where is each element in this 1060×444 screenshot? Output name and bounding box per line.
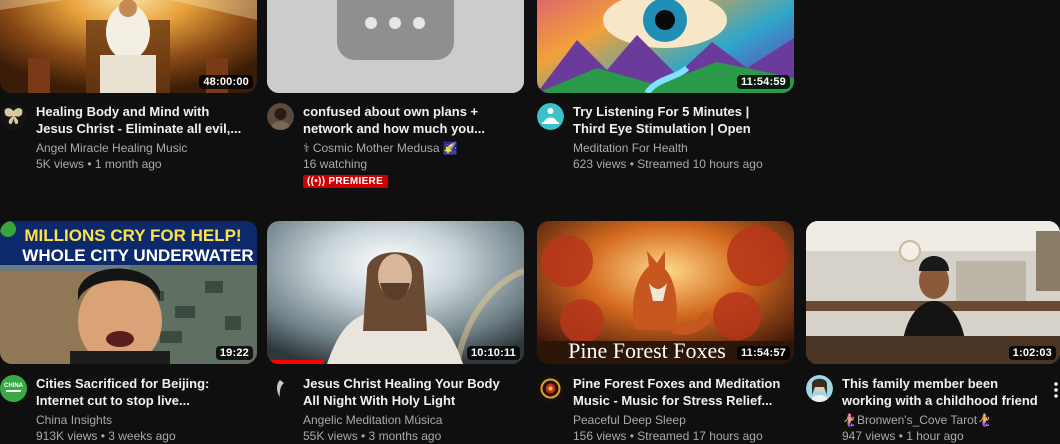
channel-name[interactable]: Meditation For Health [573,140,788,156]
person-avatar [267,103,294,130]
duration-badge: 19:22 [215,346,253,360]
duration-badge: 11:54:59 [736,75,790,89]
video-thumbnail[interactable]: 48:00:00 [0,0,257,93]
channel-name[interactable]: Peaceful Deep Sleep [573,412,788,428]
tarot-avatar [806,375,833,402]
channel-avatar[interactable]: CHINA [0,375,27,402]
duration-badge: 48:00:00 [199,75,253,89]
video-stats: 5K views • 1 month ago [36,157,162,171]
duration-badge: 10:10:11 [466,346,520,360]
angel-avatar [267,375,294,402]
channel-name[interactable]: China Insights [36,412,251,428]
premiere-badge: ((•)) PREMIERE [303,175,389,188]
video-stats: 913K views • 3 weeks ago [36,429,176,443]
video-thumbnail[interactable]: 1:02:03 [806,221,1060,364]
channel-avatar[interactable] [537,375,564,402]
channel-avatar[interactable] [0,103,27,130]
video-stats: 16 watching [303,157,368,171]
mandala-icon [537,375,564,402]
video-thumbnail[interactable]: Pine Forest Foxes 11:54:57 [537,221,794,364]
duration-badge: 11:54:57 [736,346,790,360]
channel-avatar[interactable] [806,375,833,402]
meditation-icon [537,103,564,130]
video-stats: 55K views • 3 months ago [303,429,442,443]
video-thumbnail[interactable] [267,0,524,93]
channel-name[interactable]: Angel Miracle Healing Music [36,140,251,156]
video-title[interactable]: confused about own plans + network and h… [303,103,515,137]
video-title[interactable]: Try Listening For 5 Minutes | Third Eye … [573,103,785,137]
video-thumbnail[interactable]: 10:10:11 [267,221,524,364]
duration-badge: 1:02:03 [1008,346,1056,360]
channel-name[interactable]: ⚕ Cosmic Mother Medusa 🌠 [303,140,518,156]
video-title[interactable]: Cities Sacrificed for Beijing: Internet … [36,375,248,409]
butterfly-icon [0,103,27,130]
thumbnail-subheadline: WHOLE CITY UNDERWATER [22,246,253,265]
more-actions-icon[interactable] [1052,380,1060,400]
video-stats: 623 views • Streamed 10 hours ago [573,157,763,171]
placeholder-more-icon [267,0,524,93]
channel-name[interactable]: Angelic Meditation Música [303,412,518,428]
channel-name[interactable]: 🧜‍♀️Bronwen's_Cove Tarot🧜‍♀️ [842,412,1057,428]
video-stats: 156 views • Streamed 17 hours ago [573,429,763,443]
thumbnail-caption: Pine Forest Foxes [568,338,726,363]
channel-avatar[interactable] [267,103,294,130]
thumbnail-headline: MILLIONS CRY FOR HELP! [24,226,241,245]
video-thumbnail[interactable]: MILLIONS CRY FOR HELP! WHOLE CITY UNDERW… [0,221,257,364]
video-title[interactable]: Healing Body and Mind with Jesus Christ … [36,103,248,137]
video-stats: 947 views • 1 hour ago [842,429,964,443]
video-title[interactable]: Jesus Christ Healing Your Body All Night… [303,375,515,409]
live-broadcast-icon: ((•)) [307,176,329,187]
video-thumbnail[interactable]: 11:54:59 [537,0,794,93]
channel-avatar[interactable] [537,103,564,130]
video-title[interactable]: This family member been working with a c… [842,375,1050,409]
china-insights-logo: CHINA [0,375,27,402]
channel-avatar[interactable] [267,375,294,402]
svg-text:CHINA: CHINA [4,383,24,389]
video-title[interactable]: Pine Forest Foxes and Meditation Music -… [573,375,785,409]
watch-progress-bar [267,360,324,364]
